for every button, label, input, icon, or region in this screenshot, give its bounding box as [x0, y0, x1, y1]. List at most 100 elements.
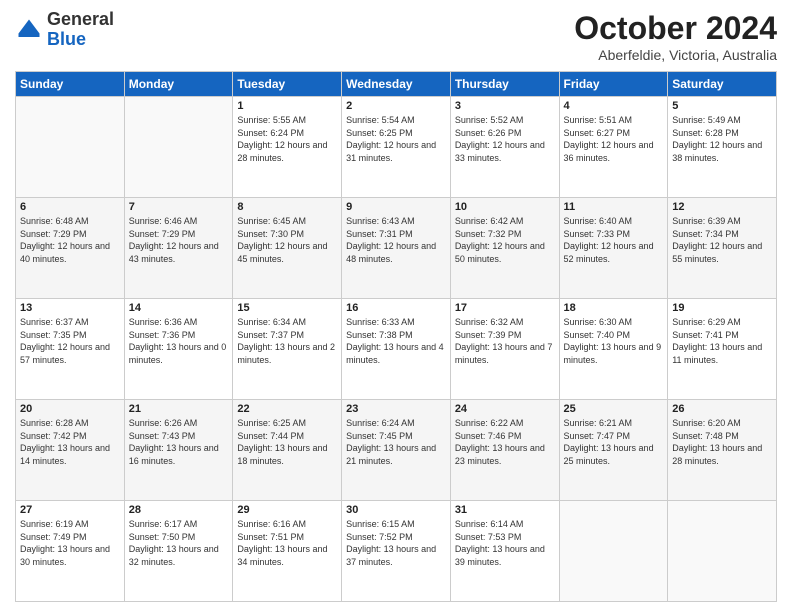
day-number: 22 [237, 403, 337, 415]
calendar-cell [668, 501, 777, 602]
day-info: Sunrise: 5:49 AM Sunset: 6:28 PM Dayligh… [672, 114, 772, 164]
calendar-cell: 16 Sunrise: 6:33 AM Sunset: 7:38 PM Dayli… [342, 299, 451, 400]
day-info: Sunrise: 6:22 AM Sunset: 7:46 PM Dayligh… [455, 417, 555, 467]
calendar-cell: 1 Sunrise: 5:55 AM Sunset: 6:24 PM Daylig… [233, 97, 342, 198]
day-number: 21 [129, 403, 229, 415]
calendar-cell: 30 Sunrise: 6:15 AM Sunset: 7:52 PM Dayli… [342, 501, 451, 602]
day-number: 6 [20, 201, 120, 213]
calendar-cell: 8 Sunrise: 6:45 AM Sunset: 7:30 PM Daylig… [233, 198, 342, 299]
calendar-cell: 3 Sunrise: 5:52 AM Sunset: 6:26 PM Daylig… [450, 97, 559, 198]
calendar-cell: 29Sunrise: 6:16 AM Sunset: 7:51 PM Dayli… [233, 501, 342, 602]
day-number: 19 [672, 302, 772, 314]
weekday-header: Monday [124, 72, 233, 97]
day-info: Sunrise: 6:43 AM Sunset: 7:31 PM Dayligh… [346, 215, 446, 265]
day-info: Sunrise: 6:36 AM Sunset: 7:36 PM Dayligh… [129, 316, 229, 366]
calendar-cell [16, 97, 125, 198]
calendar-cell: 10Sunrise: 6:42 AM Sunset: 7:32 PM Dayli… [450, 198, 559, 299]
day-number: 11 [564, 201, 664, 213]
calendar-cell: 24 Sunrise: 6:22 AM Sunset: 7:46 PM Dayli… [450, 400, 559, 501]
day-number: 10 [455, 201, 555, 213]
calendar-cell: 2 Sunrise: 5:54 AM Sunset: 6:25 PM Daylig… [342, 97, 451, 198]
calendar-table: SundayMondayTuesdayWednesdayThursdayFrid… [15, 71, 777, 602]
day-info: Sunrise: 6:15 AM Sunset: 7:52 PM Dayligh… [346, 518, 446, 568]
header: General Blue October 2024 Aberfeldie, Vi… [15, 10, 777, 63]
day-number: 9 [346, 201, 446, 213]
day-number: 3 [455, 100, 555, 112]
logo: General Blue [15, 10, 114, 50]
calendar-cell: 21 Sunrise: 6:26 AM Sunset: 7:43 PM Dayli… [124, 400, 233, 501]
day-number: 14 [129, 302, 229, 314]
logo-icon [15, 16, 43, 44]
day-number: 18 [564, 302, 664, 314]
day-number: 30 [346, 504, 446, 516]
calendar-cell: 26 Sunrise: 6:20 AM Sunset: 7:48 PM Dayli… [668, 400, 777, 501]
day-info: Sunrise: 6:24 AM Sunset: 7:45 PM Dayligh… [346, 417, 446, 467]
calendar-cell: 7 Sunrise: 6:46 AM Sunset: 7:29 PM Daylig… [124, 198, 233, 299]
day-number: 23 [346, 403, 446, 415]
day-number: 24 [455, 403, 555, 415]
calendar-cell: 25Sunrise: 6:21 AM Sunset: 7:47 PM Dayli… [559, 400, 668, 501]
calendar-cell [124, 97, 233, 198]
day-info: Sunrise: 5:54 AM Sunset: 6:25 PM Dayligh… [346, 114, 446, 164]
logo-text: General Blue [47, 10, 114, 50]
day-info: Sunrise: 6:39 AM Sunset: 7:34 PM Dayligh… [672, 215, 772, 265]
day-info: Sunrise: 6:40 AM Sunset: 7:33 PM Dayligh… [564, 215, 664, 265]
day-number: 27 [20, 504, 120, 516]
calendar-cell [559, 501, 668, 602]
day-number: 13 [20, 302, 120, 314]
day-info: Sunrise: 6:25 AM Sunset: 7:44 PM Dayligh… [237, 417, 337, 467]
day-number: 16 [346, 302, 446, 314]
day-info: Sunrise: 6:28 AM Sunset: 7:42 PM Dayligh… [20, 417, 120, 467]
calendar-cell: 20Sunrise: 6:28 AM Sunset: 7:42 PM Dayli… [16, 400, 125, 501]
day-info: Sunrise: 6:34 AM Sunset: 7:37 PM Dayligh… [237, 316, 337, 366]
day-info: Sunrise: 6:30 AM Sunset: 7:40 PM Dayligh… [564, 316, 664, 366]
weekday-header: Wednesday [342, 72, 451, 97]
day-info: Sunrise: 6:48 AM Sunset: 7:29 PM Dayligh… [20, 215, 120, 265]
day-number: 1 [237, 100, 337, 112]
calendar-cell: 6 Sunrise: 6:48 AM Sunset: 7:29 PM Daylig… [16, 198, 125, 299]
calendar-cell: 22 Sunrise: 6:25 AM Sunset: 7:44 PM Dayli… [233, 400, 342, 501]
day-info: Sunrise: 6:20 AM Sunset: 7:48 PM Dayligh… [672, 417, 772, 467]
day-info: Sunrise: 6:17 AM Sunset: 7:50 PM Dayligh… [129, 518, 229, 568]
day-number: 7 [129, 201, 229, 213]
logo-general: General [47, 9, 114, 29]
page: General Blue October 2024 Aberfeldie, Vi… [0, 0, 792, 612]
day-info: Sunrise: 6:32 AM Sunset: 7:39 PM Dayligh… [455, 316, 555, 366]
day-info: Sunrise: 5:55 AM Sunset: 6:24 PM Dayligh… [237, 114, 337, 164]
weekday-header: Thursday [450, 72, 559, 97]
day-info: Sunrise: 6:26 AM Sunset: 7:43 PM Dayligh… [129, 417, 229, 467]
day-info: Sunrise: 5:51 AM Sunset: 6:27 PM Dayligh… [564, 114, 664, 164]
calendar-week-row: 20Sunrise: 6:28 AM Sunset: 7:42 PM Dayli… [16, 400, 777, 501]
day-number: 4 [564, 100, 664, 112]
day-number: 25 [564, 403, 664, 415]
calendar-week-row: 13Sunrise: 6:37 AM Sunset: 7:35 PM Dayli… [16, 299, 777, 400]
day-number: 12 [672, 201, 772, 213]
day-info: Sunrise: 6:33 AM Sunset: 7:38 PM Dayligh… [346, 316, 446, 366]
calendar-cell: 5 Sunrise: 5:49 AM Sunset: 6:28 PM Daylig… [668, 97, 777, 198]
day-info: Sunrise: 6:29 AM Sunset: 7:41 PM Dayligh… [672, 316, 772, 366]
calendar-cell: 12 Sunrise: 6:39 AM Sunset: 7:34 PM Dayli… [668, 198, 777, 299]
day-number: 2 [346, 100, 446, 112]
calendar-cell: 15 Sunrise: 6:34 AM Sunset: 7:37 PM Dayli… [233, 299, 342, 400]
day-number: 26 [672, 403, 772, 415]
day-number: 31 [455, 504, 555, 516]
calendar-cell: 27 Sunrise: 6:19 AM Sunset: 7:49 PM Dayli… [16, 501, 125, 602]
weekday-header-row: SundayMondayTuesdayWednesdayThursdayFrid… [16, 72, 777, 97]
day-info: Sunrise: 6:46 AM Sunset: 7:29 PM Dayligh… [129, 215, 229, 265]
weekday-header: Saturday [668, 72, 777, 97]
day-info: Sunrise: 6:45 AM Sunset: 7:30 PM Dayligh… [237, 215, 337, 265]
day-info: Sunrise: 5:52 AM Sunset: 6:26 PM Dayligh… [455, 114, 555, 164]
calendar-cell: 13Sunrise: 6:37 AM Sunset: 7:35 PM Dayli… [16, 299, 125, 400]
calendar-cell: 11 Sunrise: 6:40 AM Sunset: 7:33 PM Dayli… [559, 198, 668, 299]
month-title: October 2024 [574, 10, 777, 47]
day-info: Sunrise: 6:19 AM Sunset: 7:49 PM Dayligh… [20, 518, 120, 568]
calendar-cell: 14 Sunrise: 6:36 AM Sunset: 7:36 PM Dayli… [124, 299, 233, 400]
location: Aberfeldie, Victoria, Australia [574, 47, 777, 63]
day-number: 28 [129, 504, 229, 516]
day-number: 5 [672, 100, 772, 112]
day-number: 15 [237, 302, 337, 314]
calendar-cell: 28 Sunrise: 6:17 AM Sunset: 7:50 PM Dayli… [124, 501, 233, 602]
day-info: Sunrise: 6:14 AM Sunset: 7:53 PM Dayligh… [455, 518, 555, 568]
day-number: 8 [237, 201, 337, 213]
calendar-cell: 4 Sunrise: 5:51 AM Sunset: 6:27 PM Daylig… [559, 97, 668, 198]
